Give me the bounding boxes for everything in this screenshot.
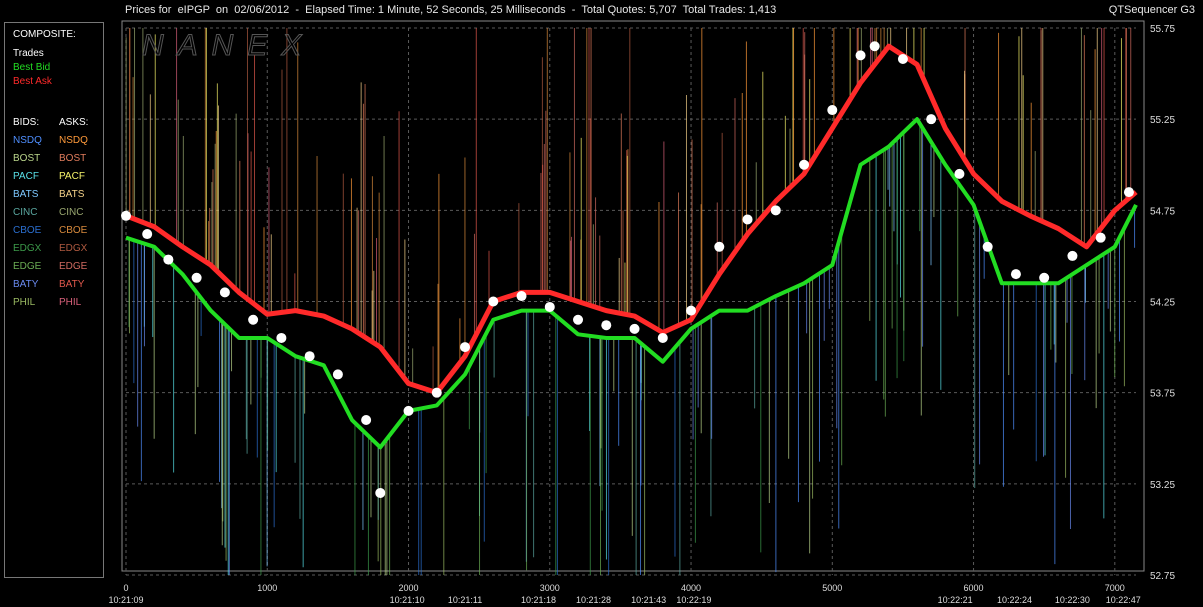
x-tick-label: 4000	[681, 583, 701, 593]
watermark-logo: NANEX	[142, 29, 315, 62]
trade-point	[332, 369, 343, 380]
trade-point	[601, 320, 612, 331]
trade-point	[142, 229, 153, 240]
trade-point	[163, 254, 174, 265]
trade-point	[304, 351, 315, 362]
trade-point	[361, 415, 372, 426]
y-tick-label: 55.75	[1150, 24, 1175, 35]
trade-point	[276, 332, 287, 343]
trade-point	[248, 314, 259, 325]
trade-point	[431, 387, 442, 398]
trade-point	[714, 241, 725, 252]
trade-point	[742, 214, 753, 225]
trade-point	[573, 314, 584, 325]
price-chart: NANEX 55.75 55.25 54.75 54.25 53.75 53.25 52.7…	[108, 20, 1175, 605]
trade-point	[926, 114, 937, 125]
trade-point	[516, 291, 527, 302]
x-axis: 0 1000 2000 3000 4000 5000 6000 7000 10:21:09 10:…	[108, 583, 1140, 605]
time-label: 10:21:10	[390, 595, 425, 605]
trade-point	[403, 405, 414, 416]
time-label: 10:21:18	[521, 595, 556, 605]
trade-point	[1039, 272, 1050, 283]
time-label: 10:22:24	[997, 595, 1032, 605]
trade-point	[855, 50, 866, 61]
plot-area	[121, 20, 1145, 572]
time-label: 10:22:19	[676, 595, 711, 605]
trade-point	[686, 305, 697, 316]
trade-point	[1010, 269, 1021, 280]
time-label: 10:22:30	[1055, 595, 1090, 605]
time-label: 10:21:28	[576, 595, 611, 605]
x-tick-label: 5000	[822, 583, 842, 593]
x-tick-label: 3000	[540, 583, 560, 593]
trade-point	[799, 159, 810, 170]
trade-point	[1123, 187, 1134, 198]
x-tick-label: 0	[123, 583, 128, 593]
trade-point	[1095, 232, 1106, 243]
time-label: 10:21:09	[108, 595, 143, 605]
trade-point	[982, 241, 993, 252]
y-tick-label: 54.75	[1150, 206, 1175, 217]
y-tick-label: 55.25	[1150, 115, 1175, 126]
time-label: 10:21:11	[448, 595, 482, 605]
y-tick-label: 53.75	[1150, 389, 1175, 400]
time-label: 10:22:47	[1106, 595, 1141, 605]
trade-point	[375, 487, 386, 498]
trade-point	[657, 332, 668, 343]
trade-point	[629, 323, 640, 334]
trade-point	[460, 342, 471, 353]
time-label: 10:21:43	[631, 595, 666, 605]
y-tick-label: 52.75	[1150, 571, 1175, 582]
time-label: 10:22:21	[938, 595, 973, 605]
trade-point	[770, 205, 781, 216]
trade-point	[121, 210, 131, 221]
trade-point	[544, 301, 555, 312]
trade-point	[1067, 250, 1078, 261]
trade-point	[869, 41, 880, 52]
y-axis: 55.75 55.25 54.75 54.25 53.75 53.25 52.75	[1150, 24, 1175, 582]
trade-point	[954, 168, 965, 179]
trade-point	[897, 53, 908, 64]
x-tick-label: 6000	[964, 583, 984, 593]
trade-point	[827, 105, 838, 116]
trade-point	[219, 287, 230, 298]
y-tick-label: 54.25	[1150, 298, 1175, 309]
trade-point	[488, 296, 499, 307]
x-tick-label: 1000	[257, 583, 277, 593]
trade-point	[191, 272, 202, 283]
x-tick-label: 7000	[1105, 583, 1125, 593]
x-tick-label: 2000	[399, 583, 419, 593]
y-tick-label: 53.25	[1150, 480, 1175, 491]
